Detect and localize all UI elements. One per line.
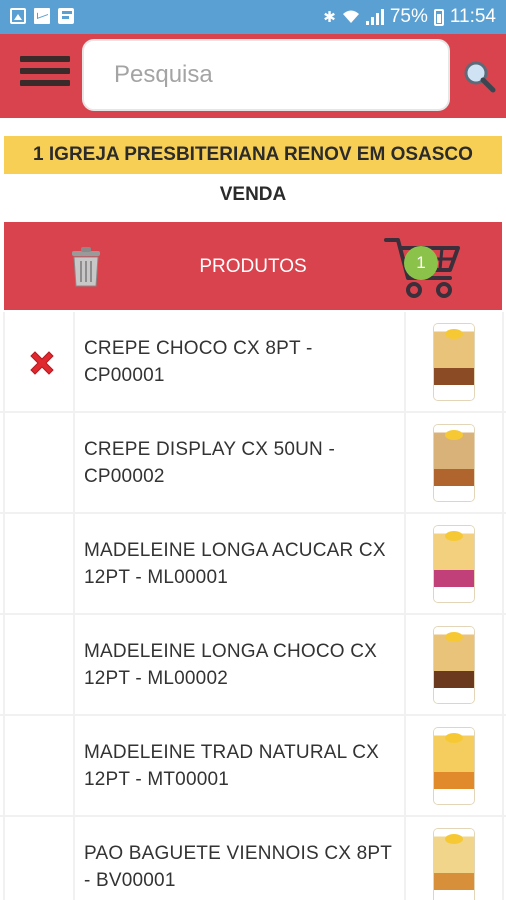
product-name: MADELEINE TRAD NATURAL CX 12PT - MT00001 [84, 741, 379, 790]
products-toolbar: PRODUTOS 1 [4, 222, 502, 310]
church-name-banner: 1 IGREJA PRESBITERIANA RENOV EM OSASCO [4, 136, 502, 174]
product-image-cell [404, 312, 504, 411]
search-icon[interactable] [462, 59, 496, 93]
menu-icon-line [20, 56, 70, 62]
app-header [0, 34, 506, 118]
menu-icon-line [20, 80, 70, 86]
mail-notification-icon [34, 8, 50, 24]
product-image-cell [404, 615, 504, 714]
brand-logo-icon [445, 429, 463, 440]
product-action-cell [3, 413, 75, 512]
product-row[interactable]: PAO BAGUETE VIENNOIS CX 8PT - BV00001 [0, 817, 506, 900]
sale-mode-label: VENDA [219, 184, 287, 205]
product-image [434, 626, 474, 703]
product-action-cell [3, 312, 75, 411]
menu-icon-line [20, 68, 70, 74]
signal-icon [365, 9, 384, 25]
brand-logo-icon [445, 833, 463, 844]
product-action-cell [3, 817, 75, 900]
battery-percent: 75% [389, 6, 428, 27]
product-image [434, 828, 474, 900]
wifi-icon [342, 10, 359, 23]
product-row[interactable]: MADELEINE LONGA CHOCO CX 12PT - ML00002 [0, 615, 506, 716]
product-action-cell [3, 716, 75, 815]
product-image-cell [404, 514, 504, 613]
product-action-cell [3, 514, 75, 613]
product-image [434, 525, 474, 602]
menu-button[interactable] [20, 56, 70, 86]
product-list: CREPE CHOCO CX 8PT - CP00001 CREPE DISPLA… [0, 312, 506, 900]
product-row[interactable]: CREPE CHOCO CX 8PT - CP00001 [0, 312, 506, 413]
product-name: MADELEINE LONGA ACUCAR CX 12PT - ML00001 [84, 539, 386, 588]
gallery-notification-icon [10, 8, 26, 24]
cart-count-badge: 1 [404, 246, 438, 280]
product-image-cell [404, 817, 504, 900]
bluetooth-icon: ✱ [323, 9, 336, 26]
product-image [434, 424, 474, 501]
search-box [82, 39, 450, 111]
product-image-cell [404, 413, 504, 512]
search-input[interactable] [84, 41, 448, 109]
remove-item-icon[interactable] [27, 348, 57, 378]
brand-logo-icon [445, 732, 463, 743]
clock: 11:54 [449, 6, 496, 27]
product-name: PAO BAGUETE VIENNOIS CX 8PT - BV00001 [84, 842, 392, 891]
product-row[interactable]: MADELEINE TRAD NATURAL CX 12PT - MT00001 [0, 716, 506, 817]
product-action-cell [3, 615, 75, 714]
status-bar: ✱ 75% 11:54 [0, 0, 506, 34]
app-notification-icon [58, 8, 74, 24]
product-name: CREPE CHOCO CX 8PT - CP00001 [84, 337, 313, 386]
product-image [434, 323, 474, 400]
system-icons: ✱ 75% 11:54 [323, 6, 496, 28]
notification-icons [10, 8, 74, 24]
product-row[interactable]: MADELEINE LONGA ACUCAR CX 12PT - ML00001 [0, 514, 506, 615]
brand-logo-icon [445, 328, 463, 339]
product-image-cell [404, 716, 504, 815]
product-name: MADELEINE LONGA CHOCO CX 12PT - ML00002 [84, 640, 378, 689]
brand-logo-icon [445, 631, 463, 642]
product-name: CREPE DISPLAY CX 50UN - CP00002 [84, 438, 335, 487]
product-image [434, 727, 474, 804]
brand-logo-icon [445, 530, 463, 541]
product-row[interactable]: CREPE DISPLAY CX 50UN - CP00002 [0, 413, 506, 514]
battery-icon [433, 8, 444, 26]
